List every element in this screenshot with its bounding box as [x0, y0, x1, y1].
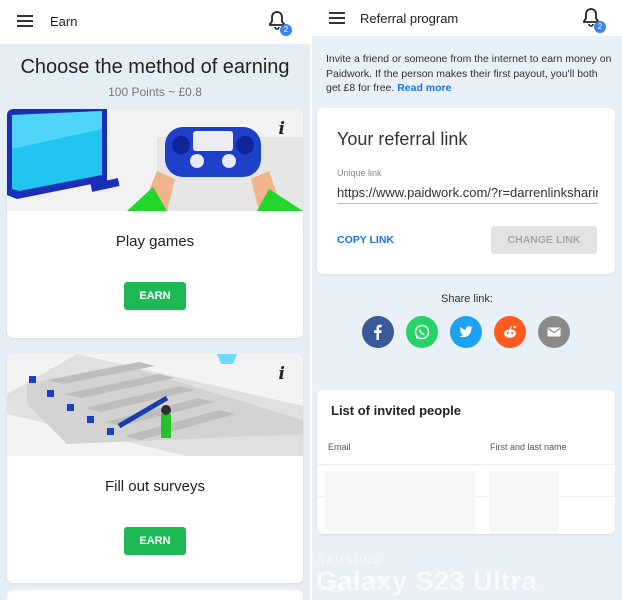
next-card-peek — [7, 590, 303, 600]
menu-icon[interactable] — [329, 12, 345, 24]
app-bar: Earn 2 — [0, 0, 310, 44]
change-link-button[interactable]: CHANGE LINK — [491, 226, 597, 254]
unique-link-label: Unique link — [337, 168, 382, 178]
play-games-card[interactable]: i Play games EARN — [7, 109, 303, 338]
play-games-label: Play games — [115, 233, 195, 250]
copy-link-button[interactable]: COPY LINK — [337, 234, 394, 246]
notification-badge: 2 — [280, 24, 292, 36]
watermark-model: Galaxy S23 Ultra — [316, 566, 538, 596]
whatsapp-icon — [414, 324, 430, 340]
earn-button[interactable]: EARN — [124, 527, 186, 555]
invite-text: Invite a friend or someone from the inte… — [326, 53, 612, 94]
column-header-email: Email — [328, 442, 351, 452]
earn-screen: Earn 2 Choose the method of earning 100 … — [0, 0, 310, 600]
earn-button[interactable]: EARN — [124, 282, 186, 310]
redacted-name — [489, 471, 559, 531]
points-rate: 100 Points ~ £0.8 — [108, 85, 202, 99]
notification-bell-icon[interactable]: 2 — [582, 7, 606, 33]
notification-badge: 2 — [594, 21, 606, 33]
read-more-link[interactable]: Read more — [397, 82, 451, 94]
facebook-share-button[interactable] — [362, 316, 394, 348]
page-title: Earn — [50, 14, 78, 29]
reddit-share-button[interactable] — [494, 316, 526, 348]
app-bar: Referral program 2 — [312, 0, 622, 36]
twitter-icon — [459, 326, 473, 338]
share-link-label: Share link: — [441, 293, 493, 305]
reddit-icon — [504, 325, 516, 338]
page-title: Referral program — [360, 11, 459, 26]
fill-surveys-label: Fill out surveys — [104, 478, 206, 495]
gamepad-illustration — [7, 109, 303, 211]
email-share-button[interactable] — [538, 316, 570, 348]
column-header-name: First and last name — [490, 442, 567, 452]
menu-icon[interactable] — [17, 15, 33, 27]
referral-link-field[interactable] — [337, 182, 598, 204]
twitter-share-button[interactable] — [450, 316, 482, 348]
fill-surveys-card[interactable]: i Fill out surveys EARN — [7, 354, 303, 583]
choose-heading: Choose the method of earning — [20, 56, 290, 78]
info-icon[interactable]: i — [279, 364, 285, 384]
notification-bell-icon[interactable]: 2 — [268, 10, 292, 36]
redacted-email — [325, 471, 475, 531]
referral-link-card: Your referral link Unique link COPY LINK… — [317, 108, 615, 274]
facebook-icon — [374, 324, 382, 340]
table-divider — [317, 464, 615, 465]
whatsapp-share-button[interactable] — [406, 316, 438, 348]
invite-description: Invite a friend or someone from the inte… — [326, 52, 614, 96]
invited-people-card: List of invited people Email First and l… — [317, 390, 615, 534]
invited-list-title: List of invited people — [331, 403, 462, 418]
survey-illustration — [7, 354, 303, 456]
referral-screen: Referral program 2 Invite a friend or so… — [312, 0, 622, 600]
referral-link-title: Your referral link — [337, 129, 468, 149]
info-icon[interactable]: i — [279, 119, 285, 139]
email-icon — [547, 327, 561, 337]
